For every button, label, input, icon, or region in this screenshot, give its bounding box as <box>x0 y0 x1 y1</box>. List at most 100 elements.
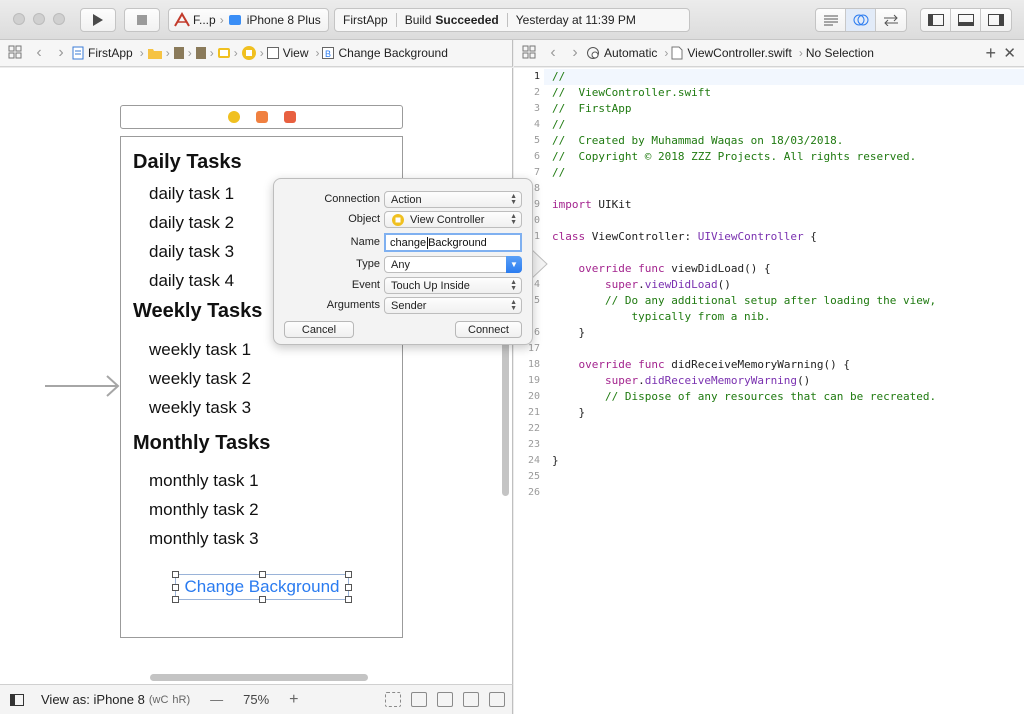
resize-handle[interactable] <box>259 596 266 603</box>
code-line[interactable]: import UIKit <box>552 198 632 211</box>
add-editor-icon[interactable]: + <box>985 43 996 64</box>
initial-scene-arrow-icon[interactable] <box>45 374 120 398</box>
section-title[interactable]: Weekly Tasks <box>133 300 262 323</box>
code-line[interactable]: // Do any additional setup after loading… <box>552 294 936 307</box>
code-line[interactable]: } <box>552 454 559 467</box>
resolve-layout-issues-icon[interactable] <box>489 692 505 707</box>
storyboard-icon[interactable] <box>173 46 185 60</box>
forward-arrow-icon[interactable]: › <box>564 44 586 62</box>
run-button[interactable] <box>80 8 116 32</box>
list-item[interactable]: daily task 3 <box>149 242 234 262</box>
document-outline-icon[interactable] <box>10 693 24 706</box>
standard-editor-button[interactable] <box>816 9 846 31</box>
resize-handle[interactable] <box>345 596 352 603</box>
storyboard-canvas[interactable]: Daily Tasks daily task 1 daily task 2 da… <box>0 68 513 684</box>
name-input[interactable]: change Background <box>384 233 522 252</box>
type-row: Type Any ▼ <box>274 256 534 274</box>
list-item[interactable]: weekly task 1 <box>149 340 251 360</box>
code-line[interactable]: override func didReceiveMemoryWarning() … <box>552 358 851 371</box>
resize-handle[interactable] <box>259 571 266 578</box>
jump-item-button[interactable]: B Change Background <box>322 46 448 60</box>
close-editor-icon[interactable]: ✕ <box>1003 44 1016 62</box>
jump-item-view[interactable]: View <box>266 46 308 60</box>
resize-handle[interactable] <box>345 571 352 578</box>
scheme-selector[interactable]: F...p › iPhone 8 Plus <box>168 8 329 32</box>
code-line[interactable]: } <box>552 406 585 419</box>
view-controller-icon[interactable] <box>227 111 240 123</box>
code-line[interactable]: } <box>552 326 585 339</box>
align-icon[interactable] <box>437 692 453 707</box>
list-item[interactable]: daily task 1 <box>149 184 234 204</box>
resize-handle[interactable] <box>345 584 352 591</box>
jump-item-selection[interactable]: No Selection <box>806 46 874 60</box>
view-controller-icon[interactable] <box>241 45 257 61</box>
toggle-navigator-button[interactable] <box>921 9 951 31</box>
code-line[interactable]: // <box>552 166 565 179</box>
list-item[interactable]: monthly task 1 <box>149 471 259 491</box>
jump-item-file[interactable]: ViewController.swift <box>671 46 792 60</box>
back-arrow-icon[interactable]: ‹ <box>28 44 50 62</box>
zoom-level[interactable]: 75% <box>243 692 269 707</box>
type-select[interactable]: Any ▼ <box>384 256 522 273</box>
code-editor[interactable]: 1 2 3 4 5 6 7 8 9 0 1 4 5 6 17 18 19 20 21 22 23 24 25 26 //// … <box>514 68 1024 714</box>
code-line[interactable]: // ViewController.swift <box>552 86 711 99</box>
scene-icon[interactable] <box>217 46 231 60</box>
code-line[interactable]: // <box>552 118 565 131</box>
toggle-utilities-button[interactable] <box>981 9 1011 31</box>
code-line[interactable]: super.didReceiveMemoryWarning() <box>552 374 810 387</box>
stop-button[interactable] <box>124 8 160 32</box>
embed-in-stack-icon[interactable] <box>411 692 427 707</box>
back-arrow-icon[interactable]: ‹ <box>542 44 564 62</box>
code-line[interactable]: override func viewDidLoad() { <box>552 262 771 275</box>
resize-handle[interactable] <box>172 571 179 578</box>
arguments-select[interactable]: Sender ▲ ▼ <box>384 297 522 314</box>
storyboard-icon[interactable] <box>195 46 207 60</box>
related-items-icon[interactable] <box>8 45 22 62</box>
assistant-mode-selector[interactable]: Automatic <box>586 46 657 60</box>
view-as-device[interactable]: View as: iPhone 8 <box>41 692 145 707</box>
folder-icon[interactable] <box>147 47 163 60</box>
event-select[interactable]: Touch Up Inside ▲ ▼ <box>384 277 522 294</box>
version-editor-button[interactable] <box>876 9 906 31</box>
exit-icon[interactable] <box>283 111 296 123</box>
list-item[interactable]: weekly task 2 <box>149 369 251 389</box>
add-constraints-icon[interactable] <box>463 692 479 707</box>
list-item[interactable]: monthly task 2 <box>149 500 259 520</box>
section-title[interactable]: Daily Tasks <box>133 151 242 174</box>
svg-text:B: B <box>325 49 331 59</box>
list-item[interactable]: weekly task 3 <box>149 398 251 418</box>
code-line[interactable]: super.viewDidLoad() <box>552 278 731 291</box>
object-select[interactable]: View Controller ▲ ▼ <box>384 211 522 228</box>
list-item[interactable]: daily task 4 <box>149 271 234 291</box>
code-line[interactable]: // Dispose of any resources that can be … <box>552 390 936 403</box>
cancel-button[interactable]: Cancel <box>284 321 354 338</box>
resize-handle[interactable] <box>172 584 179 591</box>
resize-handle[interactable] <box>172 596 179 603</box>
code-line[interactable]: // Created by Muhammad Waqas on 18/03/20… <box>552 134 843 147</box>
toggle-debug-area-button[interactable] <box>951 9 981 31</box>
zoom-out-button[interactable]: — <box>210 692 223 707</box>
code-line[interactable]: // FirstApp <box>552 102 631 115</box>
change-background-button[interactable]: Change Background <box>172 571 352 603</box>
connection-select[interactable]: Action ▲ ▼ <box>384 191 522 208</box>
code-line[interactable]: class ViewController: UIViewController { <box>552 230 817 243</box>
zoom-window-button[interactable] <box>53 13 65 25</box>
code-line[interactable]: typically from a nib. <box>552 310 770 323</box>
list-item[interactable]: monthly task 3 <box>149 529 259 549</box>
zoom-in-button[interactable]: + <box>289 691 298 709</box>
forward-arrow-icon[interactable]: › <box>50 44 72 62</box>
close-window-button[interactable] <box>13 13 25 25</box>
assistant-editor-button[interactable] <box>846 9 876 31</box>
update-frames-icon[interactable] <box>385 692 401 707</box>
section-title[interactable]: Monthly Tasks <box>133 432 270 455</box>
list-item[interactable]: daily task 2 <box>149 213 234 233</box>
chevron-down-icon[interactable]: ▼ <box>506 256 522 273</box>
minimize-window-button[interactable] <box>33 13 45 25</box>
connect-button[interactable]: Connect <box>455 321 522 338</box>
code-line[interactable]: // <box>552 70 565 83</box>
canvas-horizontal-scrollbar[interactable] <box>150 674 368 681</box>
first-responder-icon[interactable] <box>255 111 268 123</box>
code-line[interactable]: // Copyright © 2018 ZZZ Projects. All ri… <box>552 150 916 163</box>
related-items-icon[interactable] <box>522 45 536 62</box>
jump-item-project[interactable]: FirstApp <box>72 46 133 60</box>
